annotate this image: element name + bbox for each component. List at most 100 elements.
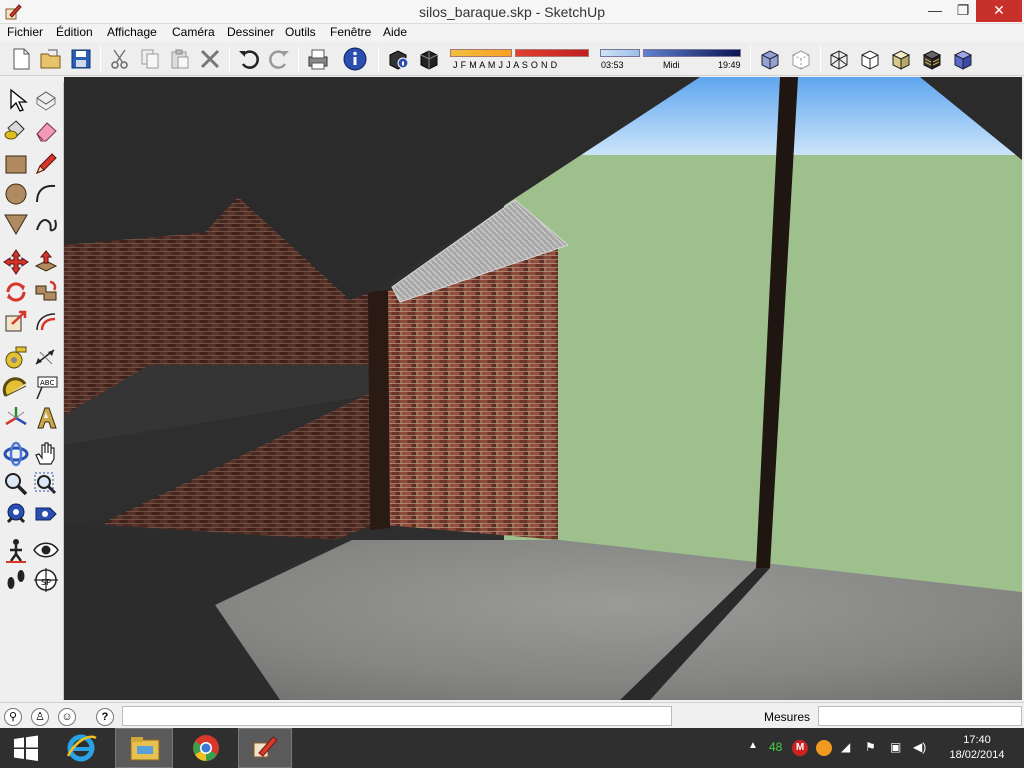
walk-footprints-icon[interactable] <box>2 566 30 594</box>
push-pull-icon[interactable] <box>32 248 60 276</box>
minimize-button[interactable]: — <box>920 0 950 22</box>
geolocation-icon[interactable]: ⚲ <box>4 708 22 726</box>
internet-explorer-icon[interactable] <box>56 728 106 768</box>
tray-clock[interactable]: 17:40 18/02/2014 <box>944 733 1010 763</box>
cut-icon[interactable] <box>107 46 133 72</box>
pan-hand-icon[interactable] <box>32 440 60 468</box>
model-viewport[interactable] <box>64 77 1022 700</box>
toolbar-separator <box>378 46 379 72</box>
follow-me-icon[interactable] <box>32 278 60 306</box>
open-folder-icon[interactable] <box>38 46 64 72</box>
erase-delete-icon[interactable] <box>197 46 223 72</box>
shadow-time-end: 19:49 <box>718 60 741 70</box>
protractor-icon[interactable] <box>2 374 30 402</box>
action-center-flag-icon[interactable]: ⚑ <box>865 740 876 754</box>
text-tool-icon[interactable]: ABC <box>32 374 60 402</box>
position-camera-icon[interactable] <box>2 536 30 564</box>
new-file-icon[interactable] <box>8 46 34 72</box>
wireframe-style-icon[interactable] <box>826 46 852 72</box>
shadow-settings-icon[interactable] <box>385 46 411 72</box>
zoom-extents-icon[interactable] <box>2 500 30 528</box>
undo-icon[interactable] <box>236 46 262 72</box>
show-hidden-icons-arrow[interactable]: ▲ <box>748 740 758 751</box>
hidden-line-style-icon[interactable] <box>857 46 883 72</box>
make-component-icon[interactable] <box>32 86 60 114</box>
menu-aide[interactable]: Aide <box>383 25 407 39</box>
measures-label: Mesures <box>764 710 811 724</box>
measures-input[interactable] <box>818 706 1022 726</box>
freehand-tool-icon[interactable] <box>32 210 60 238</box>
look-around-eye-icon[interactable] <box>32 536 60 564</box>
rotate-tool-icon[interactable] <box>2 278 30 306</box>
axes-tool-icon[interactable] <box>2 404 30 432</box>
back-edges-style-icon[interactable] <box>788 46 814 72</box>
window-title: silos_baraque.skp - SketchUp <box>419 4 605 20</box>
network-tray-icon[interactable]: ◢ <box>841 740 850 754</box>
file-explorer-icon[interactable] <box>115 728 173 768</box>
user-account-icon[interactable]: ☺ <box>58 708 76 726</box>
shadow-month-slider-left[interactable] <box>450 49 512 57</box>
menu-camera[interactable]: Caméra <box>172 25 215 39</box>
monochrome-style-icon[interactable] <box>950 46 976 72</box>
status-message-field <box>122 706 672 726</box>
svg-text:ABC: ABC <box>40 379 54 387</box>
arc-tool-icon[interactable] <box>32 180 60 208</box>
shadow-month-slider-right[interactable] <box>515 49 589 57</box>
menu-dessiner[interactable]: Dessiner <box>227 25 274 39</box>
polygon-tool-icon[interactable] <box>2 210 30 238</box>
shadow-time-slider-right[interactable] <box>643 49 741 57</box>
menu-affichage[interactable]: Affichage <box>107 25 157 39</box>
eraser-icon[interactable] <box>32 116 60 144</box>
close-button[interactable]: ✕ <box>976 0 1022 22</box>
shaded-textures-style-icon[interactable] <box>919 46 945 72</box>
select-arrow-icon[interactable] <box>2 86 30 114</box>
move-tool-icon[interactable] <box>2 248 30 276</box>
menu-fenetre[interactable]: Fenêtre <box>330 25 371 39</box>
paste-icon[interactable] <box>167 46 193 72</box>
redo-icon[interactable] <box>266 46 292 72</box>
shadow-time-slider-left[interactable] <box>600 49 640 57</box>
previous-view-icon[interactable] <box>32 500 60 528</box>
display-shadows-icon[interactable] <box>416 46 442 72</box>
sketchup-taskbar-icon[interactable] <box>238 728 292 768</box>
menu-fichier[interactable]: Fichier <box>7 25 43 39</box>
maximize-button[interactable]: ❐ <box>950 0 976 22</box>
circle-tool-icon[interactable] <box>2 180 30 208</box>
offset-tool-icon[interactable] <box>32 308 60 336</box>
zoom-window-icon[interactable] <box>32 470 60 498</box>
scale-tool-icon[interactable] <box>2 308 30 336</box>
section-plane-icon[interactable]: SP <box>32 566 60 594</box>
tray-counter[interactable]: 48 <box>769 740 782 754</box>
shaded-style-icon[interactable] <box>888 46 914 72</box>
rectangle-tool-icon[interactable] <box>2 150 30 178</box>
toolbar-separator <box>750 46 751 72</box>
help-icon[interactable]: ? <box>96 708 114 726</box>
copy-icon[interactable] <box>137 46 163 72</box>
dimension-tool-icon[interactable] <box>32 344 60 372</box>
orbit-tool-icon[interactable] <box>2 440 30 468</box>
print-icon[interactable] <box>305 46 331 72</box>
shadow-time-mid: Midi <box>663 60 680 70</box>
save-icon[interactable] <box>68 46 94 72</box>
clock-time: 17:40 <box>963 734 991 746</box>
menu-edition[interactable]: Édition <box>56 25 93 39</box>
line-pencil-icon[interactable] <box>32 150 60 178</box>
model-info-icon[interactable] <box>342 46 368 72</box>
credits-icon[interactable]: ♙ <box>31 708 49 726</box>
toolbar-separator <box>229 46 230 72</box>
tape-measure-icon[interactable] <box>2 344 30 372</box>
zoom-tool-icon[interactable] <box>2 470 30 498</box>
antivirus-tray-icon[interactable]: M <box>792 740 808 756</box>
shadow-time-start: 03:53 <box>601 60 624 70</box>
paint-bucket-icon[interactable] <box>2 116 30 144</box>
xray-style-icon[interactable] <box>757 46 783 72</box>
windows-start-icon[interactable] <box>0 728 52 768</box>
display-tray-icon[interactable]: ▣ <box>890 740 901 754</box>
menu-outils[interactable]: Outils <box>285 25 316 39</box>
volume-tray-icon[interactable]: ◀) <box>913 740 926 754</box>
3d-scene[interactable] <box>64 77 1022 700</box>
chrome-browser-icon[interactable] <box>178 728 234 768</box>
corner-column <box>368 290 390 530</box>
avast-tray-icon[interactable] <box>816 740 832 756</box>
3d-text-icon[interactable] <box>32 404 60 432</box>
